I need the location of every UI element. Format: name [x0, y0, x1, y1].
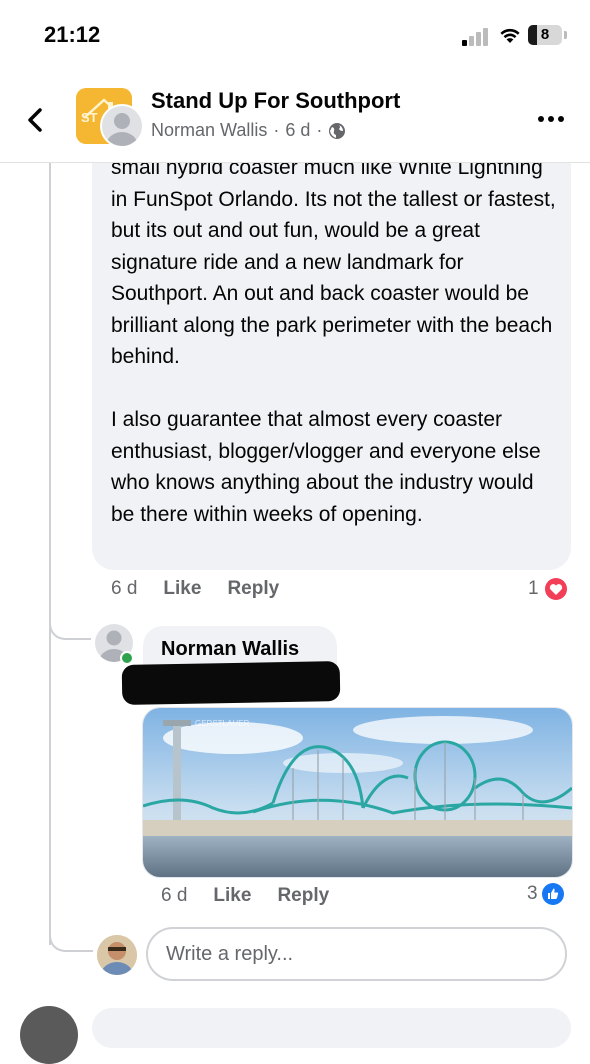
post-age[interactable]: 6 d — [285, 120, 310, 141]
avatar[interactable] — [97, 935, 137, 975]
comment-actions: 6 d Like Reply — [111, 578, 279, 600]
reaction-count: 1 — [528, 578, 539, 599]
logo-text: ST — [81, 110, 98, 125]
battery-icon: 8 — [528, 25, 562, 45]
chevron-left-icon[interactable] — [22, 106, 50, 134]
post-meta: Norman Wallis · 6 d · — [151, 120, 346, 141]
globe-icon — [329, 122, 346, 139]
love-icon — [542, 576, 569, 602]
separator: · — [273, 120, 280, 140]
redaction-mark — [121, 661, 341, 705]
reaction-summary[interactable]: 1 — [528, 576, 569, 602]
coaster-photo[interactable]: GERSTLAUER — [142, 707, 573, 878]
reply-input[interactable] — [146, 927, 567, 981]
comment-text: small hybrid coaster much like White Lig… — [111, 156, 556, 526]
thread-line — [49, 162, 51, 945]
clock: 21:12 — [44, 22, 101, 47]
reaction-count: 3 — [527, 883, 538, 904]
battery-level: 8 — [540, 26, 550, 43]
thread-line-branch — [49, 930, 93, 952]
status-bar: 21:12 8 — [0, 0, 590, 70]
reply-actions: 6 d Like Reply — [161, 885, 329, 907]
post-header: ST Stand Up For Southport Norman Wallis … — [0, 70, 590, 163]
roller-coaster-image: GERSTLAUER — [143, 708, 572, 877]
like-button[interactable]: Like — [163, 578, 201, 600]
user-photo — [97, 935, 137, 975]
like-button[interactable]: Like — [213, 885, 251, 907]
comment-bubble[interactable] — [92, 1008, 571, 1048]
reaction-summary[interactable]: 3 — [527, 883, 564, 905]
cellular-signal-icon — [462, 28, 492, 46]
separator: · — [316, 120, 323, 140]
photo-watermark: GERSTLAUER — [195, 719, 249, 728]
reply-author[interactable]: Norman Wallis — [161, 638, 299, 661]
more-dots-icon[interactable] — [538, 116, 564, 124]
reply-age[interactable]: 6 d — [161, 885, 187, 907]
author-name[interactable]: Norman Wallis — [151, 120, 267, 141]
thread-line-branch — [49, 618, 91, 640]
comment-age[interactable]: 6 d — [111, 578, 137, 600]
wifi-icon — [500, 28, 520, 43]
avatar[interactable] — [100, 104, 144, 148]
reply-button[interactable]: Reply — [277, 885, 329, 907]
reply-button[interactable]: Reply — [227, 578, 279, 600]
like-icon — [541, 883, 564, 905]
default-avatar-icon — [106, 113, 138, 146]
online-status-dot — [120, 651, 134, 665]
avatar[interactable] — [20, 1006, 78, 1064]
group-name[interactable]: Stand Up For Southport — [151, 88, 400, 114]
